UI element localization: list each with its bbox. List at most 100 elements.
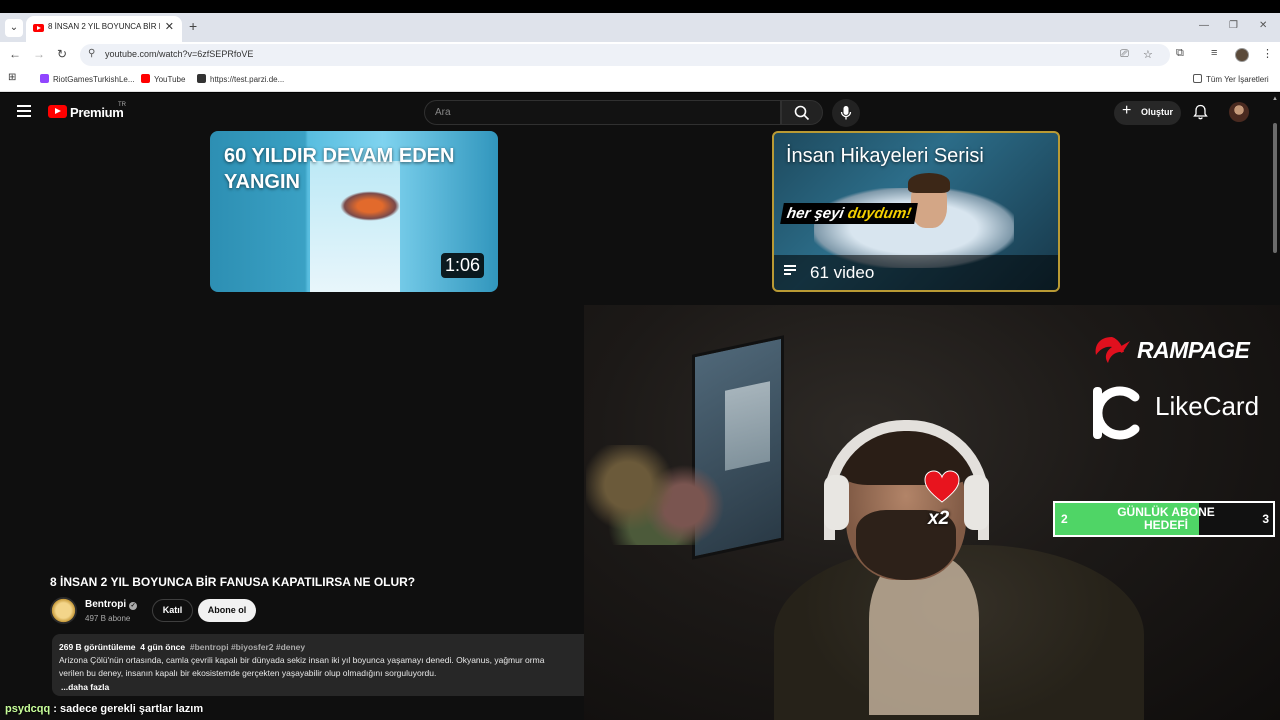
bookmark-label: https://test.parzi.de... [210,75,285,84]
extensions-icon[interactable]: ⧉ [1176,47,1184,60]
youtube-header: Premium TR Ara + Oluştur [0,93,1270,131]
minimize-icon[interactable]: — [1199,20,1209,31]
channel-name-text: Bentropi [85,599,127,610]
caption-prefix: her şeyi [785,205,850,222]
plus-icon: + [1122,102,1132,119]
url-text[interactable]: youtube.com/watch?v=6zfSEPRfoVE [105,49,253,59]
join-button[interactable]: Katıl [152,599,193,622]
channel-avatar[interactable] [50,597,77,624]
thumbnail-hair [908,173,950,193]
notifications-bell-icon[interactable] [1193,104,1208,120]
upload-age: 4 gün önce [140,642,186,652]
search-input[interactable]: Ara [424,100,781,125]
bookmark-parzi[interactable]: https://test.parzi.de... [197,74,284,84]
rampage-sponsor: RAMPAGE [1137,337,1250,363]
voice-search-button[interactable] [832,99,860,127]
install-app-icon[interactable]: ⎚ [1120,48,1129,61]
youtube-logo-icon[interactable] [48,105,67,118]
bookmark-star-icon[interactable]: ☆ [1143,48,1153,61]
chat-message: psydcqq : sadece gerekli şartlar lazım [5,703,203,715]
card-title: 60 YILDIR DEVAM EDEN YANGIN [224,145,455,193]
goal-max: 3 [1262,512,1269,526]
headphone-right-cup [964,475,989,530]
microphone-icon [840,106,852,120]
youtube-icon [141,74,150,83]
account-avatar[interactable] [1229,102,1249,122]
profile-avatar[interactable] [1235,48,1249,62]
card-title: İnsan Hikayeleri Serisi [786,145,984,167]
heart-icon [924,470,960,503]
likecard-sponsor: LikeCard [1155,391,1260,421]
twitch-icon [40,74,49,83]
background-flowers [586,445,726,545]
tab-close-icon[interactable]: ✕ [165,20,174,33]
channel-name[interactable]: Bentropi ✓ [85,599,138,610]
subscribe-button[interactable]: Abone ol [198,599,256,622]
description-line: verilen bu deney, insanın kapalı bir eko… [59,668,437,678]
duration-badge: 1:06 [440,253,484,278]
goal-label: GÜNLÜK ABONE HEDEFİ [1117,505,1215,532]
scroll-thumb[interactable] [1273,123,1277,253]
bookmarks-bar: ⊞ RiotGamesTurkishLe... YouTube https://… [0,68,1280,92]
scroll-up-icon[interactable]: ▲ [1272,96,1278,102]
all-bookmarks-label: Tüm Yer İşaretleri [1206,75,1269,84]
view-count: 269 B görüntüleme [59,642,136,652]
chat-separator: : [50,703,61,715]
video-title: 8 İNSAN 2 YIL BOYUNCA BİR FANUSA KAPATIL… [50,575,416,589]
reload-icon[interactable]: ↻ [57,47,67,61]
bookmark-label: YouTube [154,75,186,84]
likecard-logo-icon [1093,386,1140,440]
menu-icon[interactable] [17,105,31,117]
video-count: 61 video [810,263,875,282]
show-more-link[interactable]: ...daha fazla [61,682,109,692]
apps-grid-icon[interactable]: ⊞ [8,72,16,83]
search-placeholder: Ara [435,107,451,118]
tab-search-button[interactable]: ⌄ [5,19,23,37]
monitor-screen [725,381,770,471]
subscriber-count: 497 B abone [85,614,131,623]
tab-title: 8 İNSAN 2 YIL BOYUNCA BİR FA [48,22,160,31]
all-bookmarks[interactable]: Tüm Yer İşaretleri [1193,74,1269,84]
subscriber-goal-bar: 2 GÜNLÜK ABONE HEDEFİ 3 [1053,501,1275,537]
window-close-icon[interactable]: ✕ [1259,20,1267,31]
playlist-card[interactable]: İnsan Hikayeleri Serisi her şeyi duydum!… [772,131,1060,292]
webcam-overlay: x2 RAMPAGE LikeCard 2 GÜNLÜK ABONE HEDEF… [584,305,1280,720]
site-icon [197,74,206,83]
browser-tab[interactable]: 8 İNSAN 2 YIL BOYUNCA BİR FA ✕ [26,16,182,42]
headphone-left-cup [824,475,849,530]
search-button[interactable] [781,100,823,125]
search-icon [794,105,810,121]
multiplier-label: x2 [928,508,950,529]
description-box[interactable]: 269 B görüntüleme 4 gün önce #bentropi #… [52,634,592,696]
hashtags[interactable]: #bentropi #biyosfer2 #deney [190,642,305,652]
bookmark-riot[interactable]: RiotGamesTurkishLe... [40,74,135,84]
chat-username: psydcqq [5,703,51,715]
screen-top-strip [0,0,1280,13]
description-meta: 269 B görüntüleme 4 gün önce #bentropi #… [59,642,305,652]
goal-min: 2 [1061,512,1068,526]
playlist-icon [784,265,796,275]
country-code: TR [118,102,126,108]
menu-kebab-icon[interactable]: ⋮ [1262,47,1273,60]
restore-icon[interactable]: ❐ [1229,20,1238,31]
youtube-favicon-icon [33,24,44,32]
video-card[interactable]: 60 YILDIR DEVAM EDEN YANGIN 1:06 [210,131,498,292]
create-button[interactable]: + Oluştur [1114,101,1181,125]
description-line: Arizona Çölü'nün ortasında, camla çevril… [59,655,545,665]
chat-text: sadece gerekli şartlar lazım [60,703,204,715]
bookmark-youtube[interactable]: YouTube [141,74,185,84]
omnibox[interactable]: ⚲ youtube.com/watch?v=6zfSEPRfoVE ⎚ ☆ [80,44,1170,66]
thumbnail-fire [340,191,400,221]
forward-icon[interactable]: → [33,47,45,61]
site-info-icon[interactable]: ⚲ [88,48,95,59]
brand-label[interactable]: Premium [70,105,124,120]
caption-highlight: duydum! [846,205,913,222]
create-label: Oluştur [1141,107,1174,117]
new-tab-icon[interactable]: + [189,18,197,34]
rampage-logo-icon [1095,337,1130,363]
media-icon[interactable]: ≡ [1211,47,1217,59]
tab-strip: ⌄ 8 İNSAN 2 YIL BOYUNCA BİR FA ✕ + — ❐ ✕ [0,13,1280,42]
bookmark-label: RiotGamesTurkishLe... [53,75,135,84]
thumbnail-caption: her şeyi duydum! [780,203,919,224]
back-icon[interactable]: ← [9,47,21,61]
